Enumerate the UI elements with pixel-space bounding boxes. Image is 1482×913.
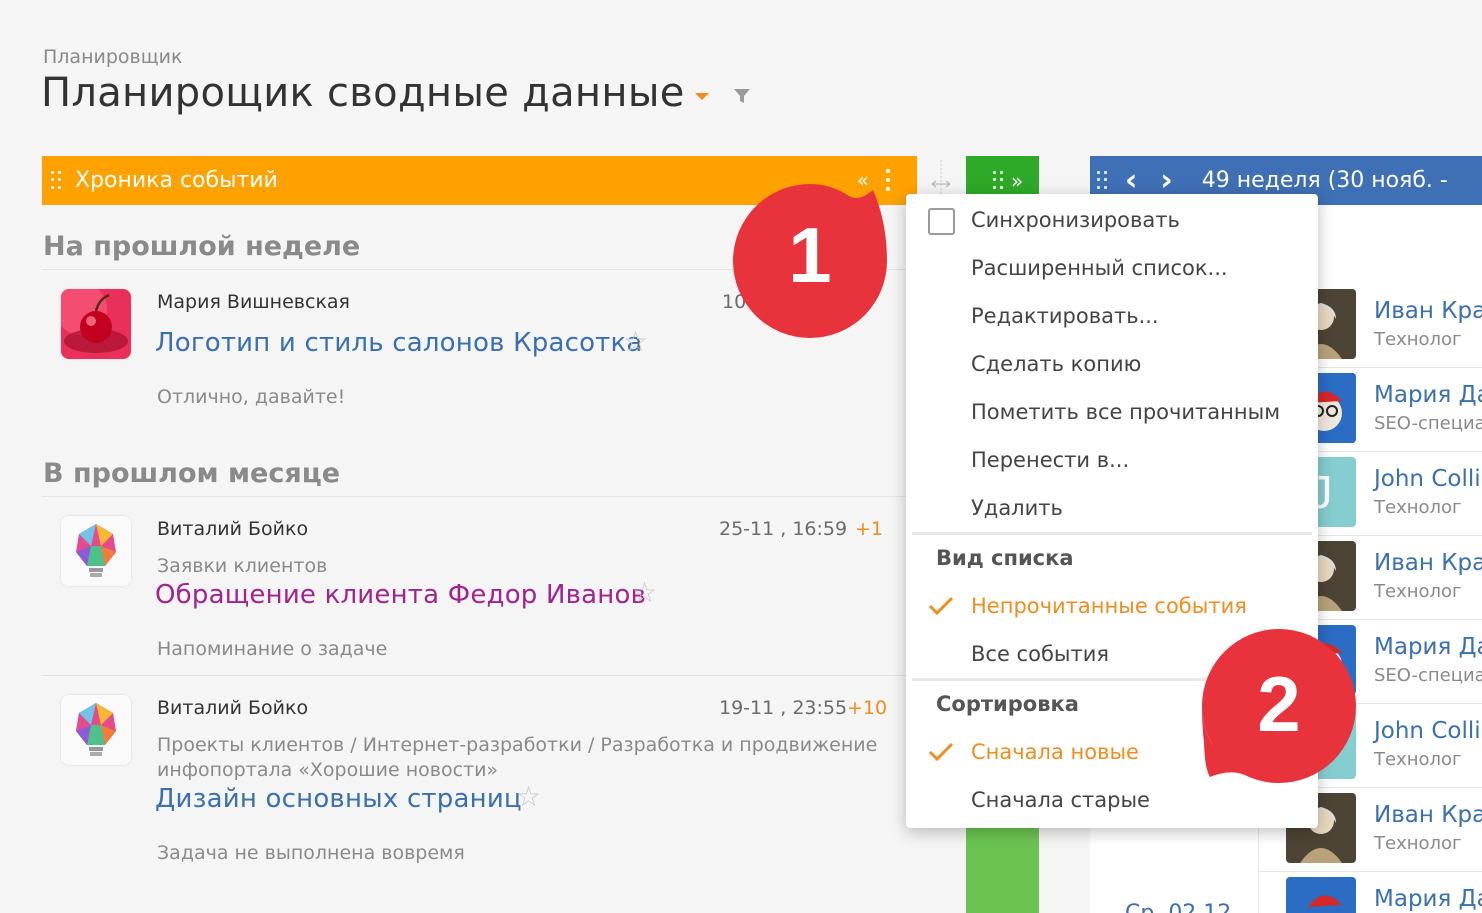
resize-splitter-icon[interactable]	[930, 160, 952, 196]
person-name[interactable]: Иван Крас	[1374, 298, 1482, 324]
event-title-link[interactable]: Дизайн основных страниц	[155, 784, 522, 814]
person-role: Технолог	[1374, 581, 1462, 602]
check-icon	[928, 596, 954, 616]
menu-item-move[interactable]: Перенести в...	[971, 448, 1129, 472]
view-section-header: Вид списка	[936, 546, 1074, 570]
drag-handle-icon[interactable]	[51, 170, 61, 191]
person-name[interactable]: Иван Крас	[1374, 550, 1482, 576]
event-date: 19-11 , 23:55	[719, 697, 848, 719]
menu-item-all-events[interactable]: Все события	[971, 642, 1109, 666]
page-title: Планирощик сводные данные	[41, 70, 685, 116]
menu-item-newest-first[interactable]: Сначала новые	[971, 740, 1139, 764]
event-item[interactable]: Виталий Бойко 19-11 , 23:55 +10 Проекты …	[42, 676, 917, 913]
next-week-icon[interactable]: ›	[1160, 165, 1172, 196]
section-title: В прошлом месяце	[43, 458, 341, 489]
event-note: Напоминание о задаче	[157, 638, 388, 660]
menu-item-delete[interactable]: Удалить	[971, 496, 1063, 520]
drag-handle-icon[interactable]	[1097, 170, 1107, 191]
person-name[interactable]: Мария Да	[1374, 886, 1482, 912]
person-role: SEO-специа	[1374, 413, 1482, 434]
event-title-link[interactable]: Обращение клиента Федор Иванов	[155, 580, 646, 610]
menu-divider	[912, 532, 1312, 535]
person-role: Технолог	[1374, 497, 1462, 518]
person-name[interactable]: Иван Крас	[1374, 802, 1482, 828]
callout-marker: 2	[1200, 627, 1358, 785]
event-note: Отлично, давайте!	[157, 386, 346, 408]
sort-section-header: Сортировка	[936, 692, 1079, 716]
person-role: Технолог	[1374, 329, 1462, 350]
event-project[interactable]: Проекты клиентов / Интернет-разработки /…	[157, 733, 877, 758]
event-author[interactable]: Виталий Бойко	[157, 697, 308, 719]
comment-count: +1	[855, 518, 884, 540]
menu-item-edit[interactable]: Редактировать...	[971, 304, 1159, 328]
menu-item-unread-events[interactable]: Непрочитанные события	[971, 594, 1247, 618]
calendar-day-label[interactable]: Ср, 02.12	[1125, 901, 1231, 913]
avatar	[61, 516, 131, 586]
event-project[interactable]: инфопортала «Хорошие новости»	[157, 758, 498, 783]
event-project[interactable]: Заявки клиентов	[157, 554, 327, 579]
person-name[interactable]: Мария Да	[1374, 634, 1482, 660]
event-author[interactable]: Мария Вишневская	[157, 291, 350, 313]
menu-item-mark-read[interactable]: Пометить все прочитанным	[971, 400, 1280, 424]
callout-number: 2	[1257, 660, 1301, 748]
event-author[interactable]: Виталий Бойко	[157, 518, 308, 540]
week-title: 49 неделя (30 нояб. -	[1201, 168, 1448, 193]
sync-checkbox[interactable]	[928, 208, 955, 235]
person-role: SEO-специа	[1374, 665, 1482, 686]
menu-item-copy[interactable]: Сделать копию	[971, 352, 1141, 376]
event-title-link[interactable]: Логотип и стиль салонов Красотка	[155, 328, 643, 358]
prev-week-icon[interactable]: ‹	[1125, 165, 1137, 196]
person-name[interactable]: John Collir	[1374, 718, 1482, 744]
avatar	[1286, 877, 1356, 913]
menu-item-oldest-first[interactable]: Сначала старые	[971, 788, 1150, 812]
person-role: Технолог	[1374, 749, 1462, 770]
star-icon[interactable]: ☆	[516, 780, 541, 813]
callout-number: 1	[788, 211, 832, 299]
avatar	[61, 289, 131, 359]
event-item[interactable]: Виталий Бойко 25-11 , 16:59 +1 Заявки кл…	[42, 497, 917, 676]
person-role: Технолог	[1374, 833, 1462, 854]
event-date: 25-11 , 16:59	[719, 518, 848, 540]
filter-icon[interactable]	[733, 88, 751, 104]
person-name[interactable]: Мария Да	[1374, 382, 1482, 408]
title-dropdown-icon[interactable]	[695, 93, 709, 100]
person-name[interactable]: John Collir	[1374, 466, 1482, 492]
avatar	[61, 695, 131, 765]
expand-icon[interactable]: »	[1011, 169, 1023, 193]
star-icon[interactable]: ☆	[623, 325, 648, 358]
check-icon	[928, 742, 954, 762]
event-note: Задача не выполнена вовремя	[157, 842, 465, 864]
person-row[interactable]: Мария Да	[1258, 872, 1482, 913]
callout-marker: 1	[731, 182, 889, 340]
menu-item-sync[interactable]: Синхронизировать	[971, 208, 1180, 232]
star-icon[interactable]: ☆	[632, 576, 657, 609]
breadcrumb[interactable]: Планировщик	[43, 46, 182, 68]
drag-handle-icon[interactable]	[993, 170, 1003, 191]
comment-count: +10	[847, 697, 888, 719]
menu-item-extended-list[interactable]: Расширенный список...	[971, 256, 1228, 280]
timeline-title: Хроника событий	[75, 168, 278, 193]
